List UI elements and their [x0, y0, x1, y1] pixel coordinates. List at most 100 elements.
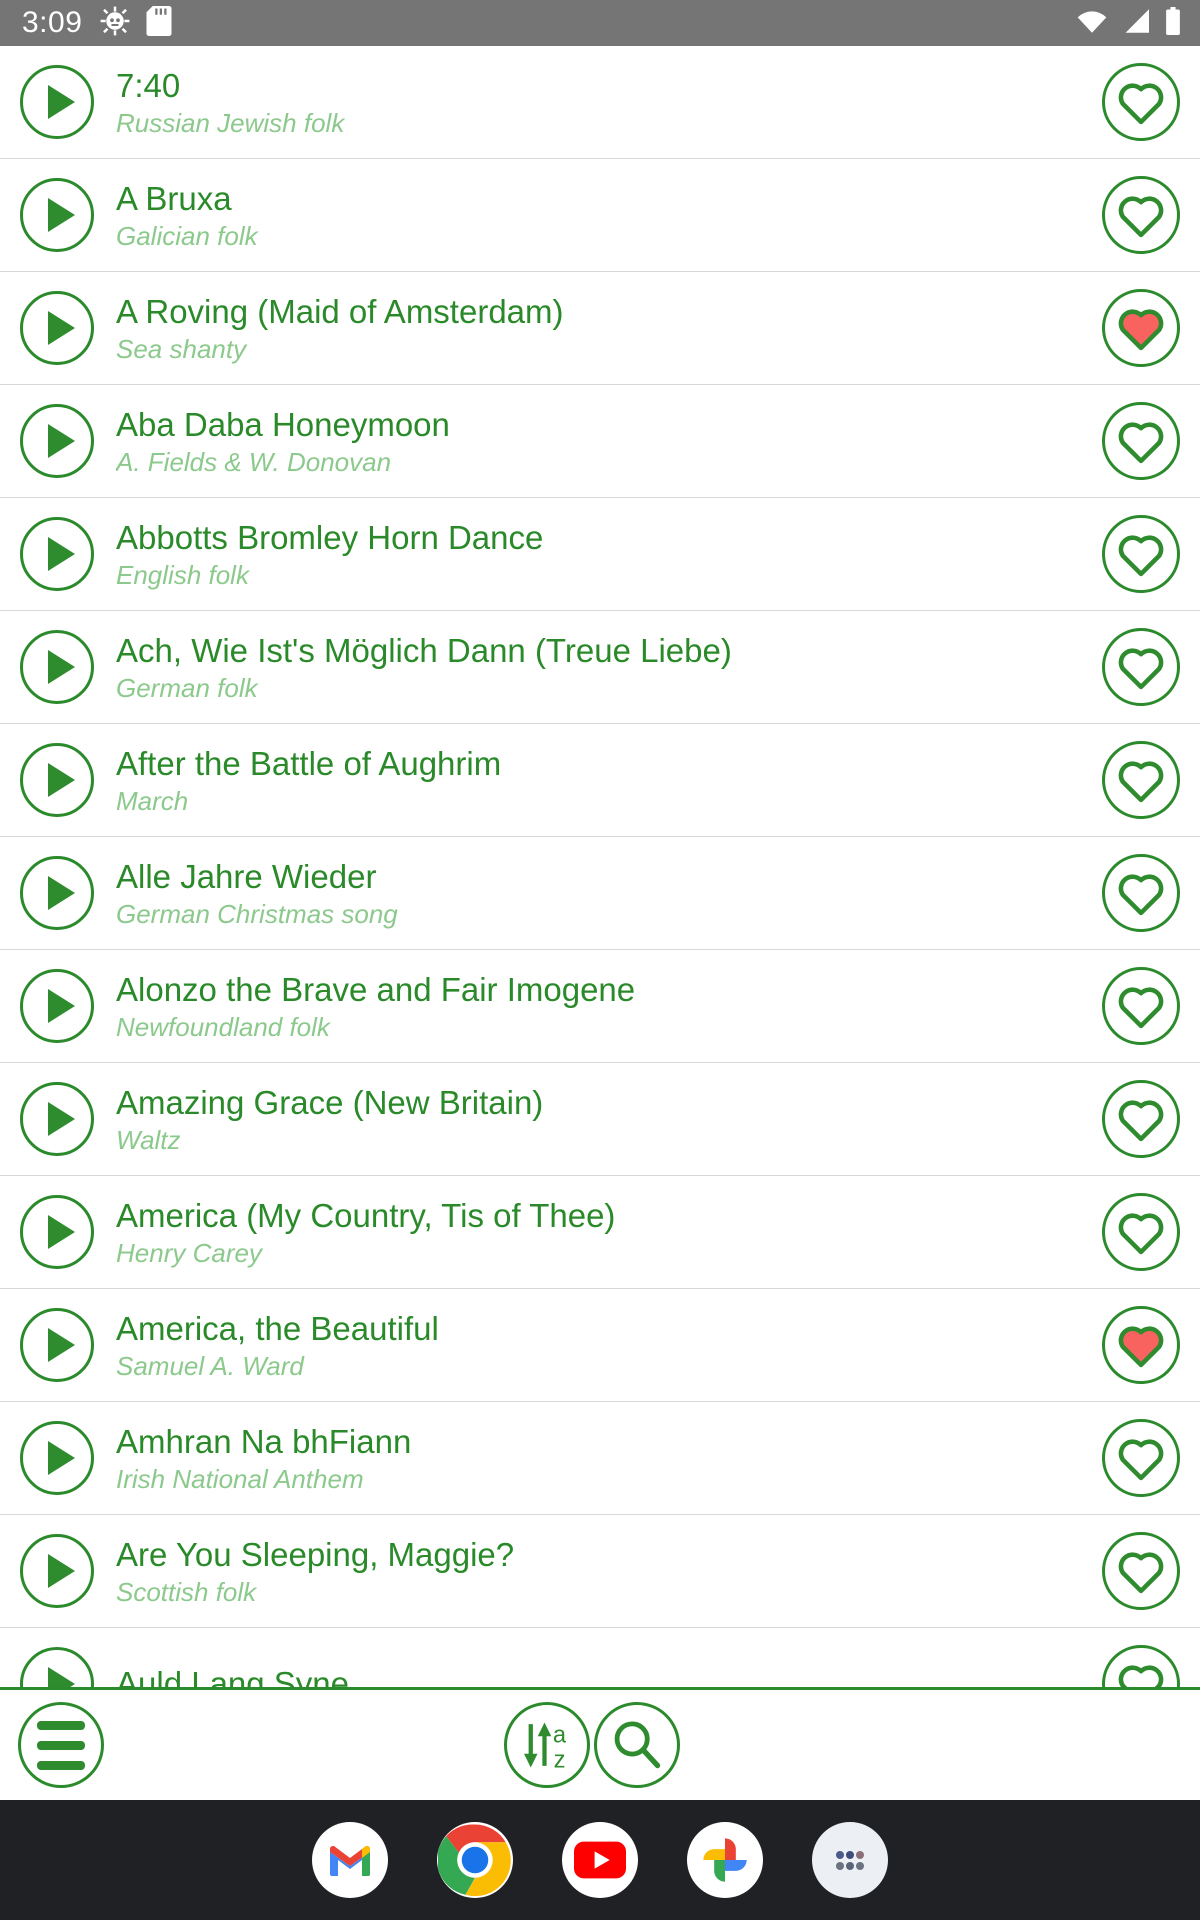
song-subtitle: Scottish folk: [116, 1576, 257, 1607]
song-title: Alonzo the Brave and Fair Imogene: [116, 970, 636, 1008]
play-triangle-icon: [48, 763, 75, 797]
favorite-button-active[interactable]: [1102, 1306, 1180, 1384]
play-button[interactable]: [20, 1534, 94, 1608]
play-triangle-icon: [48, 1441, 75, 1475]
heart-icon: [1118, 309, 1164, 351]
table-row[interactable]: Aba Daba Honeymoon A. Fields & W. Donovan: [0, 385, 1200, 498]
table-row[interactable]: Alle Jahre Wieder German Christmas song: [0, 837, 1200, 950]
table-row[interactable]: America (My Country, Tis of Thee) Henry C…: [0, 1176, 1200, 1289]
song-text: 7:40 Russian Jewish folk: [94, 67, 1102, 138]
favorite-button[interactable]: [1102, 1645, 1180, 1687]
play-button[interactable]: [20, 291, 94, 365]
chrome-icon[interactable]: [437, 1822, 513, 1898]
favorite-button[interactable]: [1102, 628, 1180, 706]
play-button[interactable]: [20, 1421, 94, 1495]
table-row[interactable]: After the Battle of Aughrim March: [0, 724, 1200, 837]
favorite-button[interactable]: [1102, 515, 1180, 593]
play-button[interactable]: [20, 1195, 94, 1269]
song-subtitle: A. Fields & W. Donovan: [116, 446, 392, 477]
sort-a-z-icon: a z: [524, 1722, 567, 1774]
song-text: Alonzo the Brave and Fair Imogene Newfoun…: [94, 971, 1102, 1042]
play-triangle-icon: [48, 1102, 75, 1136]
favorite-button[interactable]: [1102, 402, 1180, 480]
play-triangle-icon: [48, 198, 75, 232]
song-title: Are You Sleeping, Maggie?: [116, 1535, 515, 1573]
play-button[interactable]: [20, 404, 94, 478]
play-button[interactable]: [20, 1308, 94, 1382]
favorite-button[interactable]: [1102, 1419, 1180, 1497]
play-triangle-icon: [48, 424, 75, 458]
heart-icon: [1118, 761, 1164, 803]
song-title: Amazing Grace (New Britain): [116, 1083, 544, 1121]
song-subtitle: Samuel A. Ward: [116, 1350, 304, 1381]
song-subtitle: Newfoundland folk: [116, 1011, 330, 1042]
favorite-button[interactable]: [1102, 1193, 1180, 1271]
favorite-button[interactable]: [1102, 63, 1180, 141]
status-bar-system-icons: [1076, 6, 1182, 40]
play-triangle-icon: [48, 1667, 75, 1687]
song-title: Ach, Wie Ist's Möglich Dann (Treue Liebe…: [116, 631, 732, 669]
search-button[interactable]: [594, 1702, 680, 1788]
song-subtitle: German folk: [116, 672, 258, 703]
song-text: Amhran Na bhFiann Irish National Anthem: [94, 1423, 1102, 1494]
play-triangle-icon: [48, 1554, 75, 1588]
gmail-icon[interactable]: [312, 1822, 388, 1898]
status-bar-clock: 3:09: [22, 6, 83, 39]
favorite-button-active[interactable]: [1102, 289, 1180, 367]
play-button[interactable]: [20, 65, 94, 139]
song-title: A Roving (Maid of Amsterdam): [116, 292, 564, 330]
song-text: Auld Lang Syne: [94, 1665, 1102, 1687]
table-row[interactable]: A Roving (Maid of Amsterdam) Sea shanty: [0, 272, 1200, 385]
song-title: Alle Jahre Wieder: [116, 857, 377, 895]
play-triangle-icon: [48, 650, 75, 684]
play-button[interactable]: [20, 743, 94, 817]
play-triangle-icon: [48, 311, 75, 345]
play-button[interactable]: [20, 630, 94, 704]
svg-text:z: z: [554, 1747, 566, 1774]
sort-button[interactable]: a z: [504, 1702, 590, 1788]
favorite-button[interactable]: [1102, 854, 1180, 932]
heart-icon: [1118, 874, 1164, 916]
favorite-button[interactable]: [1102, 1080, 1180, 1158]
menu-button[interactable]: [18, 1702, 104, 1788]
status-bar: 3:09: [0, 0, 1200, 46]
play-button[interactable]: [20, 969, 94, 1043]
table-row[interactable]: Are You Sleeping, Maggie? Scottish folk: [0, 1515, 1200, 1628]
favorite-button[interactable]: [1102, 176, 1180, 254]
youtube-icon[interactable]: [562, 1822, 638, 1898]
song-text: A Bruxa Galician folk: [94, 180, 1102, 251]
table-row[interactable]: A Bruxa Galician folk: [0, 159, 1200, 272]
table-row[interactable]: America, the Beautiful Samuel A. Ward: [0, 1289, 1200, 1402]
play-button[interactable]: [20, 517, 94, 591]
table-row[interactable]: Abbotts Bromley Horn Dance English folk: [0, 498, 1200, 611]
song-title: Abbotts Bromley Horn Dance: [116, 518, 544, 556]
play-button[interactable]: [20, 178, 94, 252]
table-row[interactable]: Auld Lang Syne: [0, 1628, 1200, 1687]
table-row[interactable]: 7:40 Russian Jewish folk: [0, 46, 1200, 159]
table-row[interactable]: Amhran Na bhFiann Irish National Anthem: [0, 1402, 1200, 1515]
play-button[interactable]: [20, 856, 94, 930]
app-bar-tools: a z: [504, 1702, 680, 1788]
favorite-button[interactable]: [1102, 1532, 1180, 1610]
google-photos-icon[interactable]: [687, 1822, 763, 1898]
table-row[interactable]: Amazing Grace (New Britain) Waltz: [0, 1063, 1200, 1176]
favorite-button[interactable]: [1102, 967, 1180, 1045]
cell-signal-icon: [1121, 8, 1151, 39]
song-subtitle: English folk: [116, 559, 249, 590]
song-subtitle: Waltz: [116, 1124, 181, 1155]
bottom-app-bar: a z: [0, 1687, 1200, 1800]
song-title: After the Battle of Aughrim: [116, 744, 502, 782]
song-title: America, the Beautiful: [116, 1309, 439, 1347]
heart-icon: [1118, 535, 1164, 577]
heart-icon: [1118, 1213, 1164, 1255]
song-subtitle: March: [116, 785, 189, 816]
table-row[interactable]: Ach, Wie Ist's Möglich Dann (Treue Liebe…: [0, 611, 1200, 724]
table-row[interactable]: Alonzo the Brave and Fair Imogene Newfoun…: [0, 950, 1200, 1063]
play-button[interactable]: [20, 1647, 94, 1687]
favorite-button[interactable]: [1102, 741, 1180, 819]
play-button[interactable]: [20, 1082, 94, 1156]
app-drawer-icon[interactable]: [812, 1822, 888, 1898]
song-list[interactable]: 7:40 Russian Jewish folk A Bruxa Galician f…: [0, 46, 1200, 1687]
song-title: Amhran Na bhFiann: [116, 1422, 412, 1460]
song-subtitle: Sea shanty: [116, 333, 247, 364]
